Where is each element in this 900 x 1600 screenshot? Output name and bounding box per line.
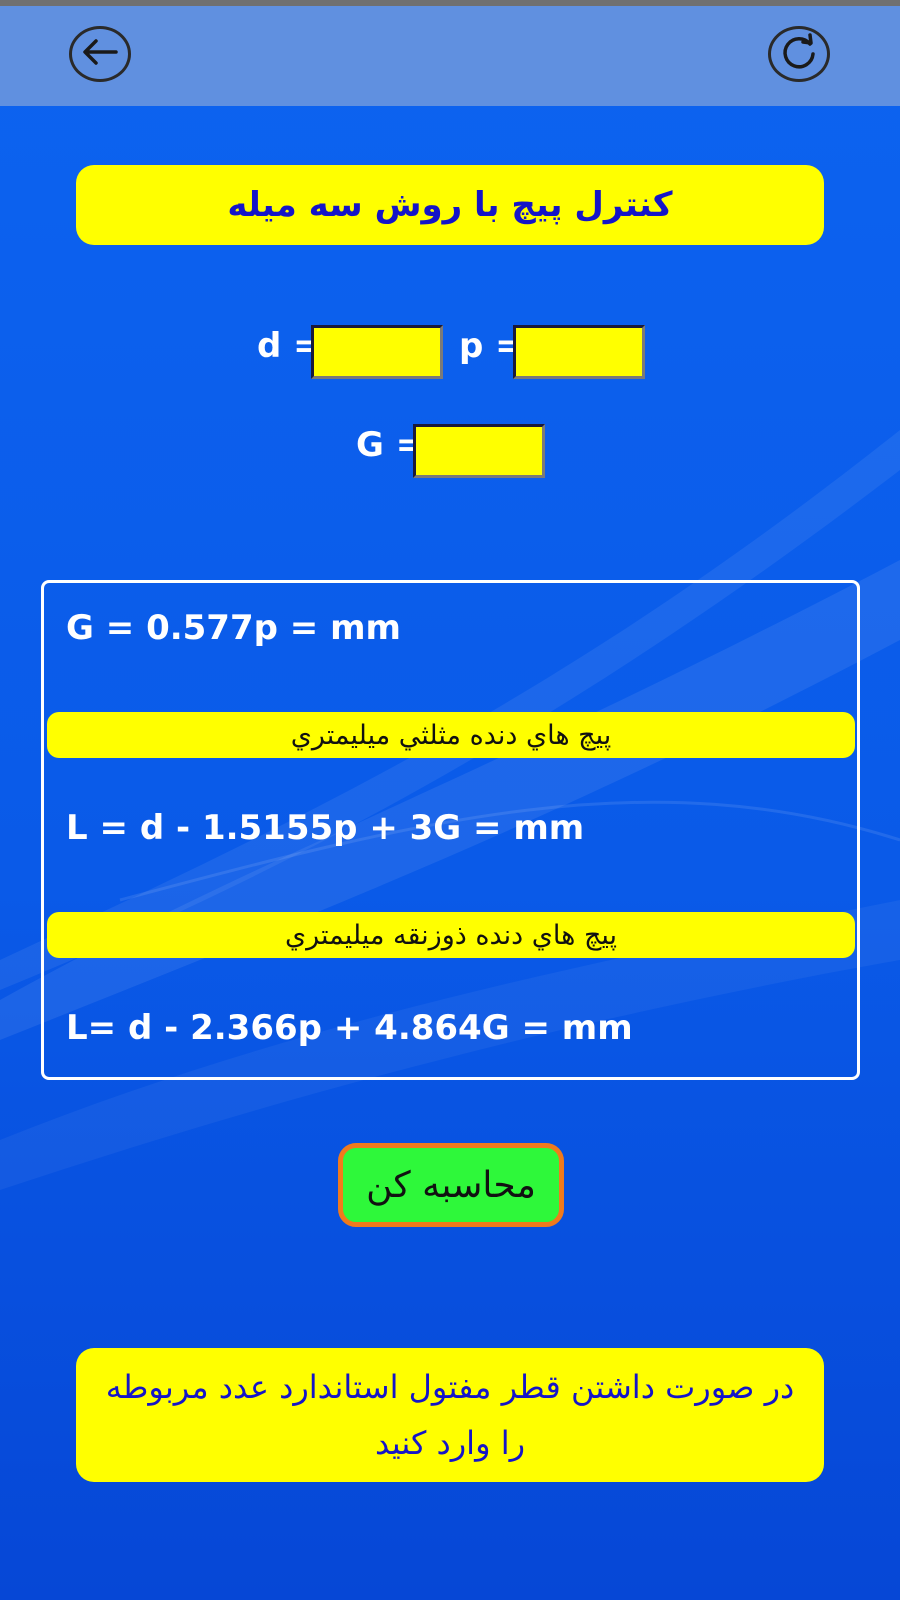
calculate-button[interactable]: محاسبه کن [338, 1143, 564, 1227]
arrow-left-icon [80, 37, 120, 71]
results-panel: G = 0.577p = mm پیچ هاي دنده مثلثي ميليم… [41, 580, 860, 1080]
app-bar [0, 6, 900, 106]
note-text: در صورت داشتن قطر مفتول استاندارد عدد مر… [76, 1348, 824, 1482]
g-formula: G = 0.577p = mm [66, 608, 401, 648]
page-title: کنترل پیچ با روش سه میله [76, 165, 824, 245]
refresh-icon [779, 32, 819, 76]
l-trapezoidal-formula: L= d - 2.366p + 4.864G = mm [66, 1008, 633, 1048]
g-input[interactable] [413, 424, 545, 478]
metric-trapezoidal-header: پیچ هاي دنده ذوزنقه ميليمتري [47, 912, 855, 958]
p-input[interactable] [513, 325, 645, 379]
d-input[interactable] [311, 325, 443, 379]
back-button[interactable] [69, 26, 131, 82]
l-metric-formula: L = d - 1.5155p + 3G = mm [66, 808, 585, 848]
metric-triangular-header: پیچ هاي دنده مثلثي ميليمتري [47, 712, 855, 758]
refresh-button[interactable] [768, 26, 830, 82]
